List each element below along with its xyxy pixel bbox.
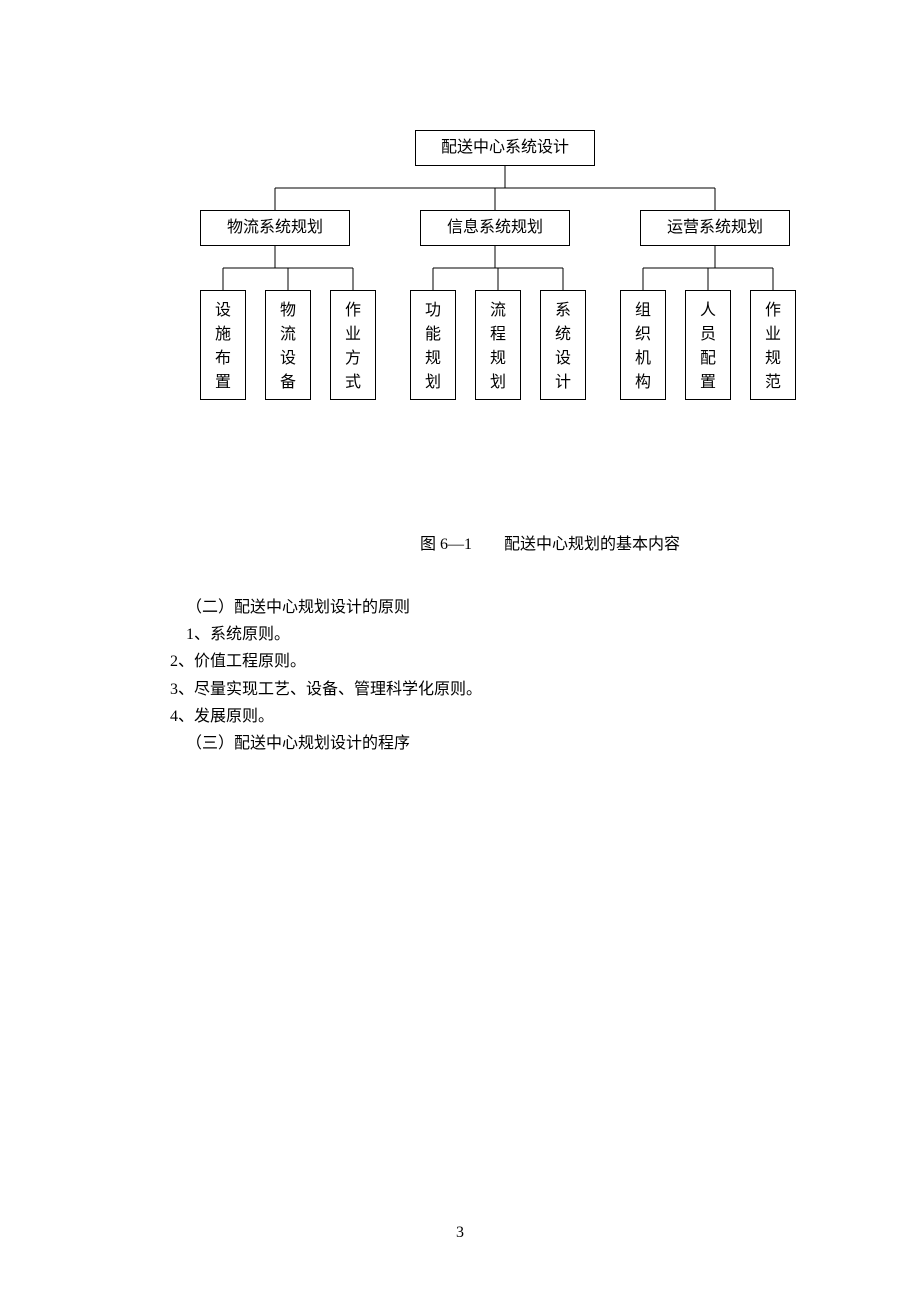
- principle-item-1: 1、系统原则。: [170, 621, 800, 648]
- node-mid-logistics: 物流系统规划: [200, 210, 350, 246]
- node-leaf-3: 作业方式: [330, 290, 376, 400]
- node-root: 配送中心系统设计: [415, 130, 595, 166]
- node-leaf-1: 设施布置: [200, 290, 246, 400]
- principle-item-3: 3、尽量实现工艺、设备、管理科学化原则。: [170, 676, 800, 703]
- node-leaf-4: 功能规划: [410, 290, 456, 400]
- figure-caption: 图 6—1 配送中心规划的基本内容: [0, 530, 920, 554]
- principle-item-2: 2、价值工程原则。: [170, 648, 800, 675]
- principle-item-4: 4、发展原则。: [170, 703, 800, 730]
- hierarchy-diagram: 配送中心系统设计 物流系统规划 信息系统规划 运营系统规划 设施布置 物流设备 …: [200, 130, 920, 470]
- node-leaf-9: 作业规范: [750, 290, 796, 400]
- text-section: （二）配送中心规划设计的原则 1、系统原则。 2、价值工程原则。 3、尽量实现工…: [0, 594, 920, 757]
- node-leaf-5: 流程规划: [475, 290, 521, 400]
- node-leaf-8: 人员配置: [685, 290, 731, 400]
- node-leaf-7: 组织机构: [620, 290, 666, 400]
- node-mid-information: 信息系统规划: [420, 210, 570, 246]
- section-heading-3: （三）配送中心规划设计的程序: [170, 730, 800, 757]
- page-number: 3: [0, 1224, 920, 1242]
- node-leaf-6: 系统设计: [540, 290, 586, 400]
- node-mid-operation: 运营系统规划: [640, 210, 790, 246]
- section-heading-2: （二）配送中心规划设计的原则: [170, 594, 800, 621]
- node-leaf-2: 物流设备: [265, 290, 311, 400]
